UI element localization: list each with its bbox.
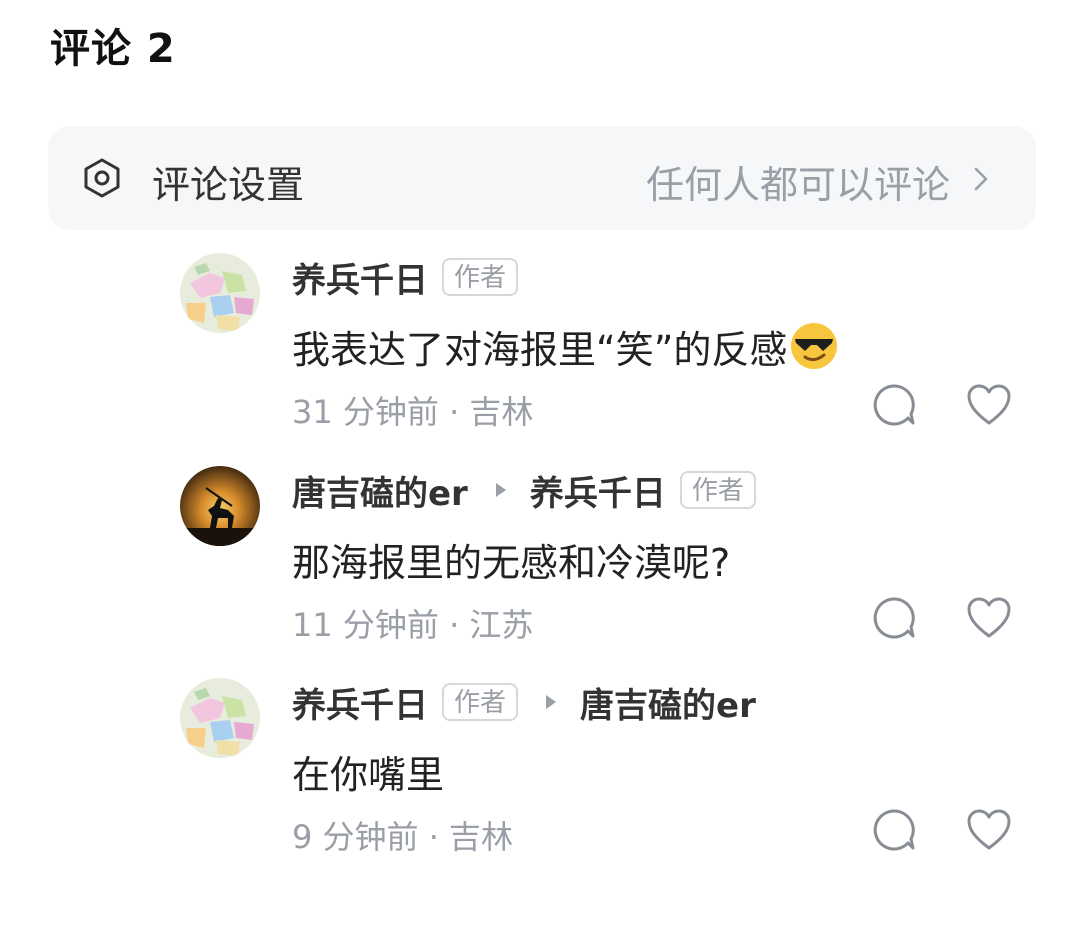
comment-header: 养兵千日 作者 唐吉磕的er: [292, 678, 756, 726]
like-heart-icon[interactable]: [966, 383, 1012, 427]
author-badge: 作者: [679, 471, 756, 509]
comment-meta: 31 分钟前 · 吉林: [292, 393, 534, 431]
like-heart-icon[interactable]: [966, 808, 1012, 852]
comment-text: 我表达了对海报里“笑”的反感: [292, 319, 839, 374]
settings-value: 任何人都可以评论: [645, 163, 950, 207]
author-badge: 作者: [442, 258, 519, 296]
comment-header: 养兵千日 作者: [292, 253, 519, 302]
smiling-face-with-sunglasses-icon: [791, 323, 838, 369]
reply-to-arrow-icon: [495, 483, 506, 497]
username[interactable]: 养兵千日: [292, 678, 428, 727]
reply-to-username[interactable]: 养兵千日: [530, 466, 666, 515]
comment-text: 在你嘴里: [292, 753, 445, 797]
comment-meta: 11 分钟前 · 江苏: [292, 606, 534, 644]
comment-item: 养兵千日 作者 我表达了对海报里“笑”的反感 31 分钟前 · 吉林: [180, 253, 1040, 453]
author-badge: 作者: [442, 683, 519, 721]
avatar[interactable]: [180, 253, 260, 333]
comment-reply-icon[interactable]: [872, 596, 916, 640]
settings-hexagon-icon: [84, 158, 120, 198]
comment-meta: 9 分钟前 · 吉林: [292, 818, 514, 856]
comment-header: 唐吉磕的er 养兵千日 作者: [292, 466, 756, 514]
avatar[interactable]: [180, 466, 260, 546]
comment-settings-row[interactable]: 评论设置 任何人都可以评论: [48, 126, 1036, 230]
reply-to-username[interactable]: 唐吉磕的er: [580, 678, 756, 727]
comment-text-content: 我表达了对海报里“笑”的反感: [292, 328, 788, 372]
like-heart-icon[interactable]: [966, 596, 1012, 640]
comment-item: 唐吉磕的er 养兵千日 作者 那海报里的无感和冷漠呢? 11 分钟前 · 江苏: [180, 466, 1040, 666]
comment-reply-icon[interactable]: [872, 383, 916, 427]
comment-text: 那海报里的无感和冷漠呢?: [292, 541, 731, 585]
reply-to-arrow-icon: [546, 695, 557, 709]
username[interactable]: 唐吉磕的er: [292, 466, 468, 515]
comments-title: 评论 2: [50, 26, 176, 72]
comments-page: 评论 2 评论设置 任何人都可以评论 养兵千日 作者 我表达了对海报里“笑”的反…: [0, 0, 1084, 946]
comment-item: 养兵千日 作者 唐吉磕的er 在你嘴里 9 分钟前 · 吉林: [180, 678, 1040, 878]
comment-reply-icon[interactable]: [872, 808, 916, 852]
username[interactable]: 养兵千日: [292, 253, 428, 302]
settings-label: 评论设置: [152, 163, 305, 207]
avatar[interactable]: [180, 678, 260, 758]
chevron-right-icon: [974, 167, 988, 191]
